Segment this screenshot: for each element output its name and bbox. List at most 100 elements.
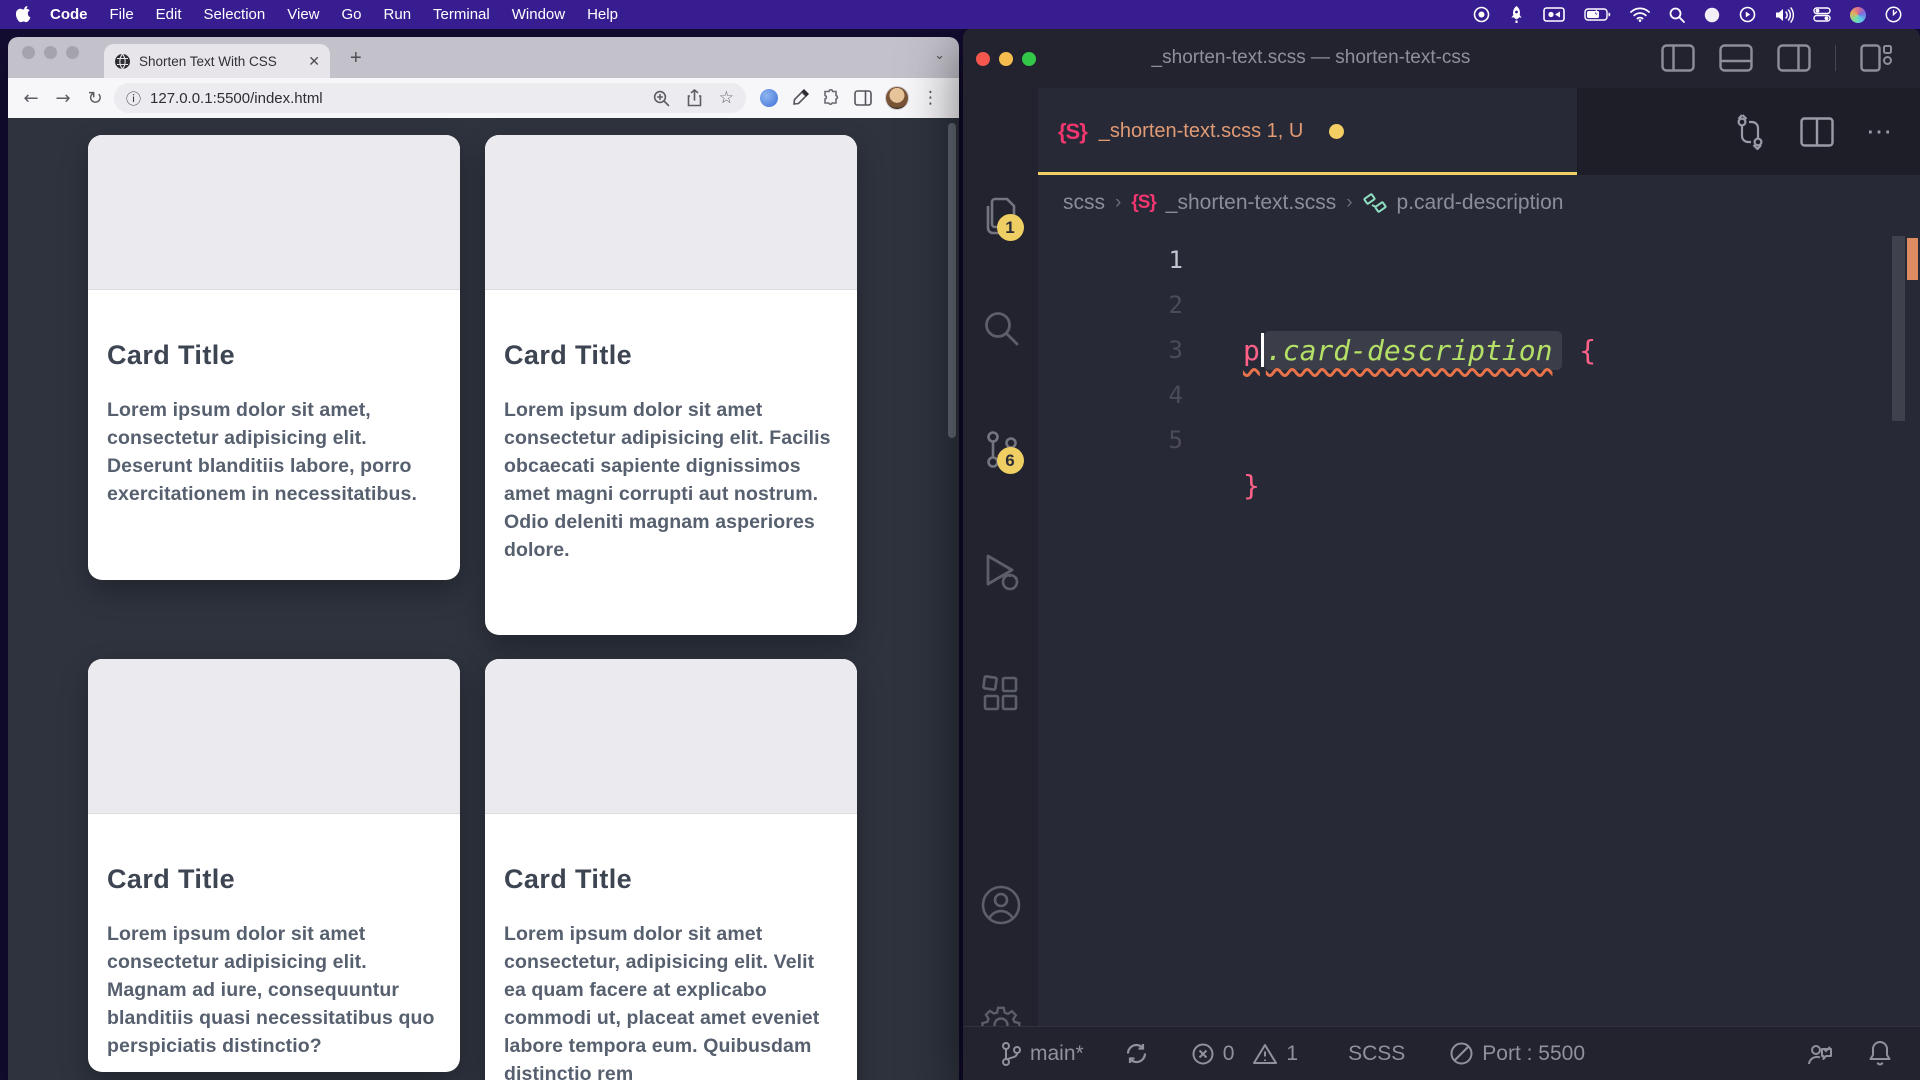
card-description: Lorem ipsum dolor sit amet consectetur a… [504, 396, 838, 564]
toggle-secondary-sidebar-icon[interactable] [1777, 44, 1811, 72]
siri-icon[interactable] [1850, 7, 1866, 23]
run-debug-icon[interactable] [980, 552, 1022, 592]
feedback-item[interactable] [1806, 1041, 1834, 1067]
forward-button[interactable]: → [50, 88, 76, 109]
page-scrollbar[interactable] [948, 123, 956, 438]
notifications-item[interactable] [1868, 1040, 1892, 1067]
menu-terminal[interactable]: Terminal [422, 0, 501, 29]
menu-file[interactable]: File [99, 0, 145, 29]
explorer-icon[interactable]: 1 [981, 194, 1021, 236]
minimize-window-button[interactable] [44, 46, 57, 59]
card-description: Lorem ipsum dolor sit amet consectetur, … [504, 920, 838, 1080]
menu-window[interactable]: Window [501, 0, 576, 29]
minimize-window-button[interactable] [999, 52, 1013, 66]
breadcrumb-folder[interactable]: scss [1063, 191, 1105, 215]
spotlight-search-icon[interactable] [1669, 7, 1685, 23]
extension-orb-icon[interactable] [760, 89, 778, 107]
modified-dot-icon[interactable] [1329, 124, 1344, 139]
screen-capture-icon[interactable] [1543, 7, 1565, 22]
clock-icon[interactable] [1885, 6, 1902, 23]
browser-menu-kebab-icon[interactable]: ⋮ [922, 88, 939, 108]
search-icon[interactable] [981, 308, 1021, 348]
close-window-button[interactable] [22, 46, 35, 59]
zoom-page-icon[interactable] [653, 90, 670, 107]
card-title: Card Title [107, 864, 441, 895]
branch-name: main* [1030, 1042, 1084, 1066]
vscode-window-controls[interactable] [976, 52, 1036, 66]
menu-edit[interactable]: Edit [145, 0, 193, 29]
tab-shorten-text-scss[interactable]: {S} _shorten-text.scss 1, U [1038, 88, 1578, 175]
live-server-port-item[interactable]: Port : 5500 [1449, 1041, 1585, 1066]
back-button[interactable]: ← [18, 88, 44, 109]
more-actions-icon[interactable]: ⋯ [1866, 116, 1894, 147]
rocket-icon[interactable] [1509, 6, 1524, 23]
desktop: Code File Edit Selection View Go Run Ter… [0, 0, 1920, 1080]
profile-avatar[interactable] [885, 86, 909, 110]
side-panel-icon[interactable] [854, 90, 872, 106]
accounts-icon[interactable] [980, 884, 1022, 926]
close-window-button[interactable] [976, 52, 990, 66]
volume-icon[interactable] [1775, 7, 1794, 23]
extensions-puzzle-icon[interactable] [822, 89, 841, 108]
breadcrumb-file[interactable]: _shorten-text.scss [1166, 191, 1336, 215]
bookmark-star-icon[interactable]: ☆ [719, 88, 734, 108]
control-center-icon[interactable] [1813, 7, 1831, 22]
browser-window: Shorten Text With CSS ✕ + ⌄ ← → ↻ ⓘ 127.… [8, 37, 959, 1080]
source-control-icon[interactable]: 6 [981, 429, 1021, 471]
zoom-window-button[interactable] [66, 46, 79, 59]
record-icon[interactable] [1473, 6, 1490, 23]
wifi-icon[interactable] [1630, 7, 1650, 22]
display-icon[interactable] [1704, 7, 1720, 23]
menu-selection[interactable]: Selection [193, 0, 277, 29]
browser-window-controls[interactable] [22, 46, 79, 59]
errors-icon [1191, 1042, 1215, 1066]
toggle-sidebar-icon[interactable] [1661, 44, 1695, 72]
card: Card Title Lorem ipsum dolor sit amet, c… [88, 135, 460, 580]
browser-tab[interactable]: Shorten Text With CSS ✕ [104, 44, 330, 78]
open-changes-icon[interactable] [1732, 114, 1768, 150]
menu-app-name[interactable]: Code [39, 0, 99, 29]
card-description: Lorem ipsum dolor sit amet, consectetur … [107, 396, 441, 508]
card-title: Card Title [107, 340, 441, 371]
problems-item[interactable]: 0 1 [1191, 1042, 1298, 1066]
new-tab-button[interactable]: + [350, 47, 362, 70]
reload-button[interactable]: ↻ [82, 88, 108, 109]
code-lines[interactable]: p.card-description { } [1183, 230, 1596, 1026]
address-bar[interactable]: ⓘ 127.0.0.1:5500/index.html ☆ [114, 83, 746, 113]
git-branch-item[interactable]: main* [1000, 1041, 1084, 1067]
sync-changes-item[interactable] [1124, 1041, 1149, 1066]
menu-view[interactable]: View [276, 0, 330, 29]
overview-ruler-marker [1907, 238, 1918, 280]
site-info-icon[interactable]: ⓘ [126, 88, 141, 109]
breadcrumbs: scss › {S} _shorten-text.scss › p.card-d… [1038, 175, 1920, 230]
menu-run[interactable]: Run [373, 0, 423, 29]
eyedropper-icon[interactable] [791, 89, 809, 107]
split-editor-icon[interactable] [1800, 117, 1834, 147]
zoom-window-button[interactable] [1022, 52, 1036, 66]
line-number: 2 [1038, 283, 1183, 328]
extensions-icon[interactable] [981, 674, 1021, 714]
port-label: Port : 5500 [1482, 1042, 1585, 1066]
close-brace-token: } [1243, 469, 1260, 502]
menu-go[interactable]: Go [331, 0, 373, 29]
toggle-panel-icon[interactable] [1719, 44, 1753, 72]
apple-menu-icon[interactable] [16, 6, 31, 23]
url-text[interactable]: 127.0.0.1:5500/index.html [150, 90, 644, 107]
scss-file-icon: {S} [1058, 119, 1087, 145]
menu-help[interactable]: Help [576, 0, 629, 29]
editor-scrollbar[interactable] [1892, 236, 1905, 421]
tab-search-chevron-icon[interactable]: ⌄ [934, 47, 945, 63]
share-icon[interactable] [687, 89, 702, 107]
close-tab-icon[interactable]: ✕ [308, 53, 320, 70]
code-editor[interactable]: 1 2 3 4 5 p.card-description { } [1038, 230, 1920, 1026]
explorer-badge: 1 [997, 214, 1024, 241]
play-circle-icon[interactable] [1739, 6, 1756, 23]
breadcrumb-separator: › [1346, 192, 1352, 214]
language-mode-item[interactable]: SCSS [1348, 1042, 1405, 1066]
battery-icon[interactable] [1584, 8, 1611, 21]
breadcrumb-symbol[interactable]: p.card-description [1397, 191, 1564, 215]
vscode-title-bar[interactable]: _shorten-text.scss — shorten-text-css [963, 28, 1920, 88]
sync-icon [1124, 1041, 1149, 1066]
customize-layout-icon[interactable] [1860, 44, 1892, 72]
page-viewport: Card Title Lorem ipsum dolor sit amet, c… [8, 118, 959, 1080]
